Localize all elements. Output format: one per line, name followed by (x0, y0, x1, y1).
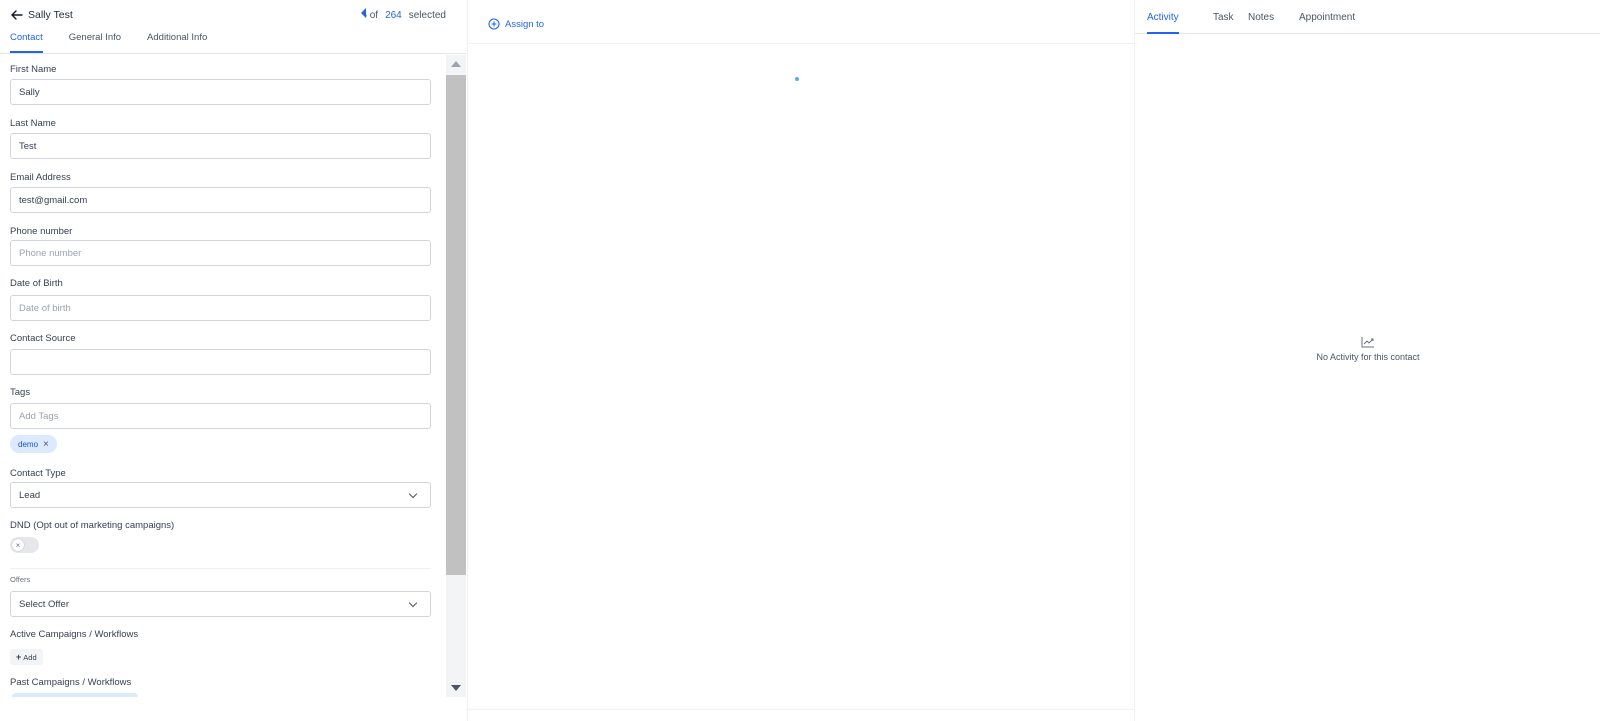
contact-form: First Name Last Name Email Address Phone… (0, 55, 446, 697)
active-campaigns-label: Active Campaigns / Workflows (10, 629, 139, 640)
email-label: Email Address (10, 172, 71, 183)
tags-label: Tags (10, 387, 31, 398)
tab-general-info[interactable]: General Info (69, 32, 121, 53)
toggle-knob: × (12, 539, 24, 551)
tag-chip-label: demo (18, 439, 39, 449)
dnd-toggle[interactable]: × (10, 537, 39, 553)
contact-type-value: Lead (19, 489, 41, 501)
first-name-field[interactable] (10, 79, 431, 105)
tab-additional-info[interactable]: Additional Info (147, 32, 207, 53)
chevron-down-icon (408, 598, 418, 607)
tab-activity[interactable]: Activity (1147, 12, 1179, 34)
form-scrollbar[interactable] (446, 55, 466, 697)
chevron-down-icon (408, 489, 418, 498)
offers-label: Offers (10, 575, 31, 584)
tab-contact[interactable]: Contact (10, 32, 43, 53)
activity-panel: Activity Task Notes Appointment No Activ… (1134, 0, 1600, 721)
contact-name: Sally Test (28, 9, 73, 21)
email-field[interactable] (10, 187, 431, 213)
add-campaign-button[interactable]: + Add (10, 649, 43, 665)
remove-tag-icon[interactable]: × (43, 439, 49, 450)
section-divider (10, 568, 431, 569)
tab-task[interactable]: Task (1213, 12, 1234, 32)
dob-label: Date of Birth (10, 278, 63, 289)
pager-total[interactable]: 264 (385, 10, 402, 21)
dnd-label: DND (Opt out of marketing campaigns) (10, 520, 175, 531)
chart-line-icon (1361, 337, 1374, 348)
last-name-field[interactable] (10, 133, 431, 159)
scroll-down-icon[interactable] (451, 685, 461, 691)
back-arrow-icon[interactable] (10, 8, 24, 22)
contact-type-select[interactable]: Lead (10, 482, 431, 508)
plus-circle-icon (488, 18, 500, 30)
scrollbar-thumb[interactable] (446, 75, 466, 575)
conversation-panel: Assign to (467, 0, 1134, 721)
contact-pager: 5 of 264 selected (361, 8, 1507, 22)
tab-appointment[interactable]: Appointment (1299, 12, 1355, 32)
contact-tabs: Contact General Info Additional Info (10, 32, 207, 53)
last-name-label: Last Name (10, 118, 56, 129)
empty-state-text: No Activity for this contact (1316, 352, 1420, 362)
pager-suffix: selected (408, 9, 446, 21)
offers-select[interactable]: Select Offer (10, 591, 431, 617)
past-campaigns-label: Past Campaigns / Workflows (10, 677, 132, 688)
assign-to-button[interactable]: Assign to (488, 18, 544, 30)
tab-notes[interactable]: Notes (1248, 12, 1274, 32)
previous-contact-icon[interactable] (361, 8, 367, 18)
activity-tabs: Activity Task Notes Appointment (1135, 0, 1600, 34)
phone-field[interactable] (10, 240, 431, 266)
conversation-header: Assign to (468, 0, 1134, 44)
assign-to-label: Assign to (505, 18, 545, 30)
phone-label: Phone number (10, 226, 73, 237)
offers-value: Select Offer (19, 598, 69, 610)
contact-details-panel: Sally Test 5 of 264 selected Contact Gen… (0, 0, 1507, 721)
dob-field[interactable] (10, 295, 431, 321)
contact-source-field[interactable] (10, 349, 431, 375)
tags-input[interactable] (10, 403, 431, 429)
plus-icon: + (16, 652, 22, 662)
contact-type-label: Contact Type (10, 468, 66, 479)
contact-header: Sally Test 5 of 264 selected Contact Gen… (0, 0, 1507, 54)
past-campaign-chip (12, 693, 138, 697)
first-name-label: First Name (10, 64, 57, 75)
scroll-up-icon[interactable] (451, 61, 461, 67)
activity-empty-state: No Activity for this contact (1135, 336, 1600, 363)
tag-chip-demo: demo × (10, 435, 57, 453)
add-campaign-label: Add (23, 652, 37, 662)
loading-spinner-icon (795, 77, 799, 81)
contact-source-label: Contact Source (10, 333, 76, 344)
composer-bar (468, 709, 1134, 721)
